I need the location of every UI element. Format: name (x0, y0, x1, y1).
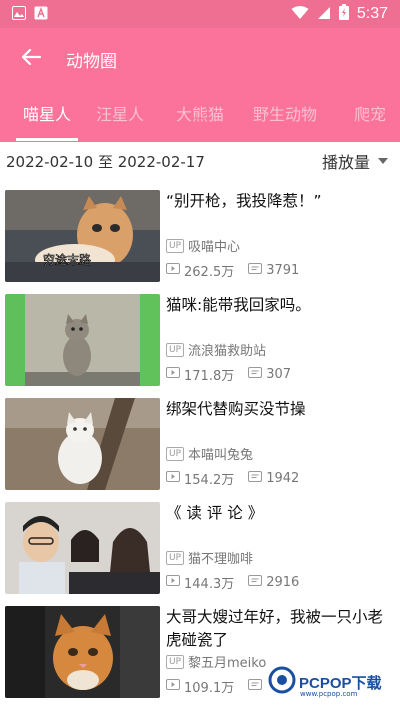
video-item[interactable]: 绑架代替购买没节操 UP 本喵叫兔兔 154.2万 1942 (0, 394, 400, 490)
image-icon (12, 5, 26, 24)
video-title: “别开枪，我投降惹！” (166, 192, 322, 210)
video-thumbnail: 穷途末路 (5, 190, 160, 282)
comment-count: 2916 (266, 575, 300, 590)
comments-stat: 1942 (248, 471, 299, 486)
play-count-icon (166, 263, 180, 278)
tab-wild-animals[interactable]: 野生动物 (250, 90, 320, 142)
comment-count: 307 (266, 367, 292, 382)
play-count-icon (166, 679, 180, 694)
view-count: 262.5万 (184, 265, 235, 280)
comment-count-icon (248, 679, 263, 694)
video-item[interactable]: 猫咪:能带我回家吗。 UP 流浪猫救助站 171.8万 307 (0, 290, 400, 386)
uploader-row: UP 本喵叫兔兔 (166, 444, 253, 463)
uploader-row: UP 吸喵中心 (166, 236, 240, 255)
tab-pandas[interactable]: 大熊猫 (174, 90, 226, 142)
comment-count-icon (248, 471, 263, 486)
video-title: 绑架代替购买没节操 (166, 400, 306, 418)
views-stat: 109.1万 (166, 677, 234, 696)
status-bar: 5:37 (0, 0, 400, 28)
video-thumbnail (5, 294, 160, 386)
sort-label: 播放量 (321, 153, 370, 172)
app-bar: 动物圈 (0, 28, 400, 90)
page-title: 动物圈 (66, 51, 117, 72)
stats-row: 154.2万 1942 (166, 469, 313, 488)
stats-row: 109.1万 (166, 677, 280, 696)
tab-dogs[interactable]: 汪星人 (94, 90, 146, 142)
uploader-name[interactable]: 黎五月meiko (188, 652, 266, 671)
wifi-icon (291, 5, 309, 24)
date-range[interactable]: 2022-02-10 至 2022-02-17 (6, 151, 205, 172)
up-badge: UP (166, 342, 185, 357)
back-button[interactable] (0, 28, 62, 90)
uploader-row: UP 猫不理咖啡 (166, 548, 253, 567)
video-thumbnail (5, 502, 160, 594)
watermark: PCPOP下载 www.pcpop.com (268, 666, 382, 698)
pcpop-logo-icon (268, 666, 296, 698)
views-stat: 154.2万 (166, 469, 234, 488)
stats-row: 171.8万 307 (166, 365, 305, 384)
up-badge: UP (166, 654, 185, 669)
comments-stat: 2916 (248, 575, 299, 590)
video-title: 《 读 评 论 》 (166, 504, 264, 522)
sort-dropdown[interactable]: 播放量 (322, 149, 388, 173)
play-count-icon (166, 575, 180, 590)
video-title: 大哥大嫂过年好，我被一只小老虎碰瓷了 (166, 608, 384, 649)
status-left-icons (12, 5, 48, 24)
tab-cats[interactable]: 喵星人 (16, 90, 78, 142)
comments-stat (248, 679, 266, 694)
uploader-name[interactable]: 流浪猫救助站 (188, 340, 266, 359)
views-stat: 262.5万 (166, 261, 234, 280)
dropdown-caret-icon (378, 158, 388, 164)
uploader-name[interactable]: 猫不理咖啡 (188, 548, 253, 567)
uploader-name[interactable]: 本喵叫兔兔 (188, 444, 253, 463)
stats-row: 144.3万 2916 (166, 573, 313, 592)
uploader-row: UP 黎五月meiko (166, 652, 266, 671)
view-count: 144.3万 (184, 577, 235, 592)
font-icon (34, 5, 48, 24)
up-badge: UP (166, 446, 185, 461)
comment-count: 3791 (266, 263, 300, 278)
tab-reptiles[interactable]: 爬宠 (350, 90, 390, 142)
video-title: 猫咪:能带我回家吗。 (166, 296, 311, 314)
comments-stat: 3791 (248, 263, 299, 278)
comments-stat: 307 (248, 367, 291, 382)
comment-count: 1942 (266, 471, 300, 486)
uploader-row: UP 流浪猫救助站 (166, 340, 266, 359)
video-thumbnail (5, 398, 160, 490)
up-badge: UP (166, 550, 185, 565)
tab-indicator (16, 138, 78, 141)
thumbnail-caption: 穷途末路 (43, 252, 91, 267)
view-count: 154.2万 (184, 473, 235, 488)
up-badge: UP (166, 238, 185, 253)
stats-row: 262.5万 3791 (166, 261, 313, 280)
play-count-icon (166, 367, 180, 382)
comment-count-icon (248, 575, 263, 590)
filter-bar: 2022-02-10 至 2022-02-17 播放量 (0, 142, 400, 180)
comment-count-icon (248, 367, 263, 382)
cellular-icon (317, 5, 331, 24)
view-count: 171.8万 (184, 369, 235, 384)
video-thumbnail (5, 606, 160, 698)
video-item[interactable]: 《 读 评 论 》 UP 猫不理咖啡 144.3万 2916 (0, 498, 400, 594)
comment-count-icon (248, 263, 263, 278)
views-stat: 144.3万 (166, 573, 234, 592)
back-arrow-icon (21, 48, 42, 70)
video-item[interactable]: 穷途末路 “别开枪，我投降惹！” UP 吸喵中心 262.5万 3791 (0, 186, 400, 282)
uploader-name[interactable]: 吸喵中心 (188, 236, 240, 255)
view-count: 109.1万 (184, 681, 235, 696)
category-tabs: 喵星人 汪星人 大熊猫 野生动物 爬宠 (0, 90, 400, 142)
views-stat: 171.8万 (166, 365, 234, 384)
battery-charging-icon (338, 4, 349, 24)
watermark-subtext: www.pcpop.com (300, 690, 358, 698)
play-count-icon (166, 471, 180, 486)
status-right-icons: 5:37 (291, 4, 388, 24)
status-time: 5:37 (356, 5, 388, 22)
